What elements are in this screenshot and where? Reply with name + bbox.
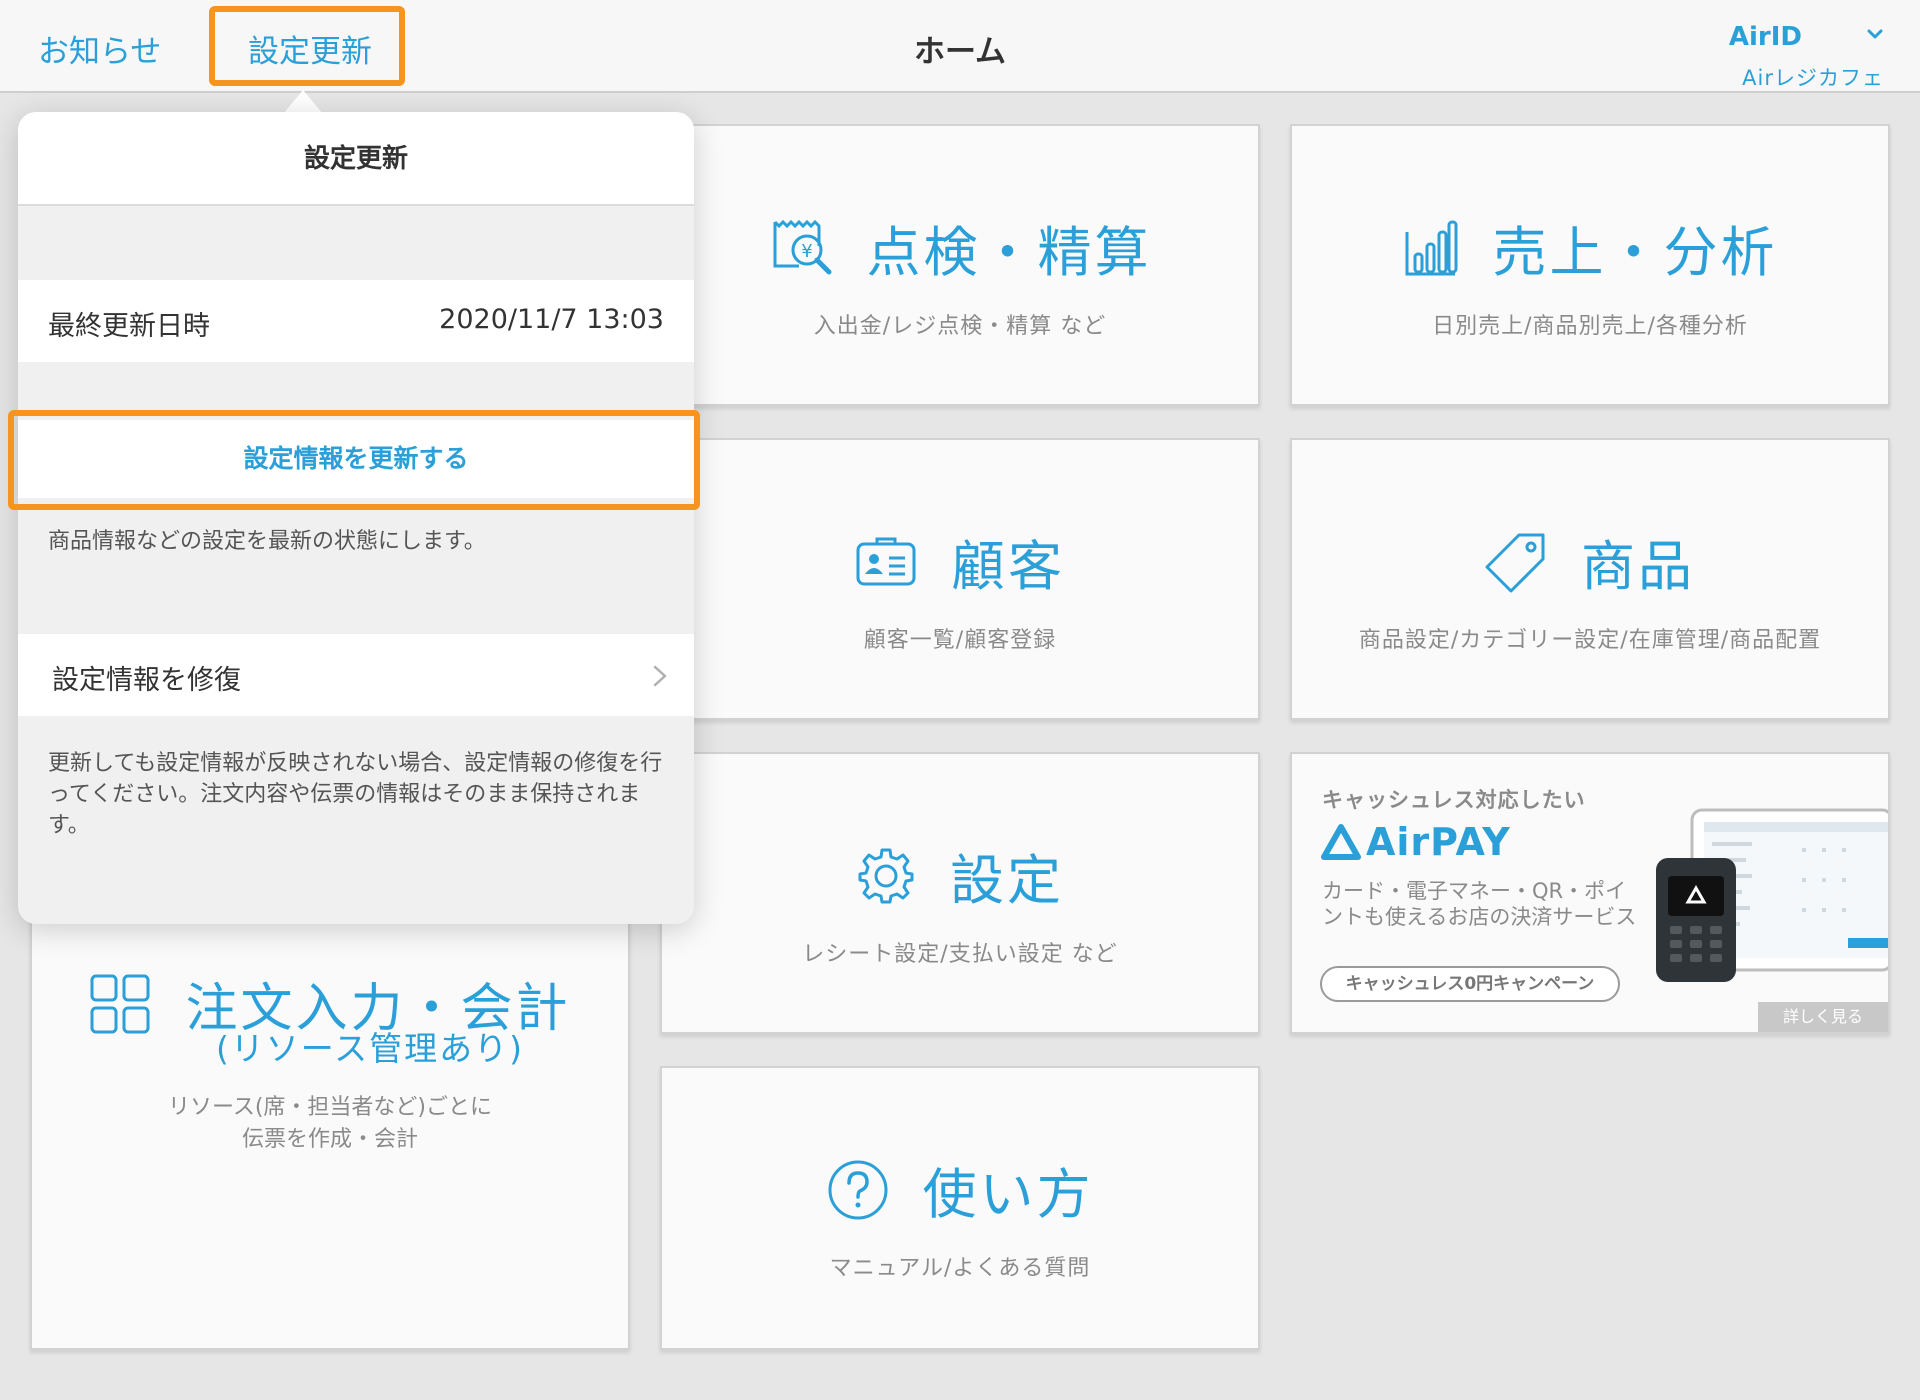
tile-sales-subtitle: 日別売上/商品別売上/各種分析 xyxy=(1432,314,1748,339)
tile-sales-title: 売上・分析 xyxy=(1492,221,1778,284)
tile-order-title-sub: (リソース管理あり) xyxy=(215,1029,525,1068)
price-tag-icon xyxy=(1485,533,1545,592)
tile-customer[interactable]: 顧客 顧客一覧/顧客登録 xyxy=(660,438,1260,720)
account-menu[interactable]: AirID Airレジカフェ xyxy=(1729,22,1884,92)
ad-campaign-pill: キャッシュレス0円キャンペーン xyxy=(1320,966,1620,1002)
receipt-magnifier-icon: ¥ xyxy=(773,219,831,274)
tile-product-title: 商品 xyxy=(1581,535,1695,598)
highlight-settings-update xyxy=(209,6,405,86)
bar-chart-icon xyxy=(1405,220,1457,275)
ad-headline: キャッシュレス対応したい xyxy=(1322,788,1586,812)
id-card-icon xyxy=(856,537,916,585)
popover-title: 設定更新 xyxy=(18,112,694,206)
tile-settings-subtitle: レシート設定/支払い設定 など xyxy=(802,942,1118,967)
tile-inspection-title: 点検・精算 xyxy=(866,221,1152,284)
repair-note: 更新しても設定情報が反映されない場合、設定情報の修復を行ってください。注文内容や… xyxy=(48,751,663,838)
tile-product-subtitle: 商品設定/カテゴリー設定/在庫管理/商品配置 xyxy=(1358,628,1822,653)
tile-customer-subtitle: 顧客一覧/顧客登録 xyxy=(863,628,1057,653)
last-update-label: 最終更新日時 xyxy=(48,311,210,342)
tile-settings-title: 設定 xyxy=(950,849,1064,912)
tile-howto[interactable]: 使い方 マニュアル/よくある質問 xyxy=(660,1066,1260,1350)
tile-order[interactable]: 注文入力・会計 (リソース管理あり) リソース(席・担当者など)ごとに 伝票を作… xyxy=(30,870,630,1350)
ad-more-button[interactable]: 詳しく見る xyxy=(1758,1002,1888,1032)
account-store-name: Airレジカフェ xyxy=(1742,66,1884,90)
popover-arrow xyxy=(283,90,323,114)
tile-order-desc-line2: 伝票を作成・会計 xyxy=(241,1127,418,1152)
ad-logo-text: AirPAY xyxy=(1366,820,1511,864)
tile-howto-title: 使い方 xyxy=(922,1163,1094,1226)
chevron-right-icon xyxy=(653,665,667,687)
tile-order-desc-line1: リソース(席・担当者など)ごとに xyxy=(167,1095,493,1120)
settings-update-popover: 設定更新 最終更新日時 2020/11/7 13:03 設定情報を更新する 商品… xyxy=(18,112,694,924)
repair-settings-label: 設定情報を修復 xyxy=(52,665,241,696)
gear-icon xyxy=(858,848,914,903)
tile-customer-title: 顧客 xyxy=(951,535,1065,598)
question-circle-icon xyxy=(828,1160,887,1219)
svg-text:¥: ¥ xyxy=(801,241,812,262)
airpay-logo: AirPAY xyxy=(1320,820,1511,864)
airpay-ad-banner[interactable]: キャッシュレス対応したい AirPAY カード・電子マネー・QR・ポイントも使え… xyxy=(1290,752,1890,1034)
update-note: 商品情報などの設定を最新の状態にします。 xyxy=(48,529,486,554)
airpay-triangle-icon xyxy=(1321,824,1361,860)
tile-howto-subtitle: マニュアル/よくある質問 xyxy=(829,1256,1091,1281)
news-button[interactable]: お知らせ xyxy=(38,26,161,71)
account-id: AirID xyxy=(1728,22,1802,52)
tile-product[interactable]: 商品 商品設定/カテゴリー設定/在庫管理/商品配置 xyxy=(1290,438,1890,720)
last-update-row: 最終更新日時 2020/11/7 13:03 xyxy=(18,280,694,362)
card-reader-illustration xyxy=(1656,808,1888,982)
last-update-value: 2020/11/7 13:03 xyxy=(439,304,664,335)
repair-settings-row[interactable]: 設定情報を修復 xyxy=(18,634,694,716)
highlight-update-settings-button xyxy=(8,410,700,510)
chevron-down-icon xyxy=(1867,29,1883,39)
ad-body-text: カード・電子マネー・QR・ポイントも使えるお店の決済サービス xyxy=(1322,879,1637,929)
tile-inspection-subtitle: 入出金/レジ点検・精算 など xyxy=(813,314,1107,339)
tile-inspection[interactable]: ¥ 点検・精算 入出金/レジ点検・精算 など xyxy=(660,124,1260,406)
tile-settings[interactable]: 設定 レシート設定/支払い設定 など xyxy=(660,752,1260,1034)
tile-sales[interactable]: 売上・分析 日別売上/商品別売上/各種分析 xyxy=(1290,124,1890,406)
